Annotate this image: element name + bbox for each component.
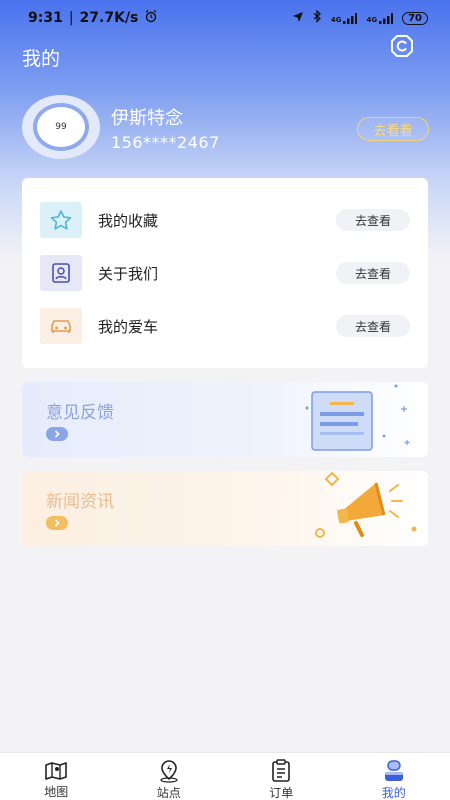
battery-indicator: 70 [402,11,428,25]
user-name: 伊斯特念 [111,108,183,129]
avatar-gauge: 99 [33,103,89,151]
signal-icon-1: 4G [331,12,358,24]
news-banner-title: 新闻资讯 [46,492,114,512]
page-title: 我的 [22,48,61,70]
arrow-right-icon [46,427,68,441]
avatar[interactable]: 99 [22,95,100,159]
bluetooth-icon [313,9,322,26]
menu-item-label: 我的收藏 [98,211,159,230]
nav-item-station[interactable]: 站点 [113,753,226,800]
nav-label: 站点 [156,786,181,800]
nav-item-map[interactable]: 地图 [0,753,113,800]
alarm-icon [144,9,158,27]
user-phone: 156****2467 [111,133,220,152]
menu-item-favorites[interactable]: 我的收藏 去查看 [22,200,428,240]
megaphone-illustration-icon [298,471,418,546]
station-pin-icon [156,759,182,783]
car-icon [40,308,82,344]
settings-gear-icon [388,33,416,63]
bottom-nav: 地图 站点 订单 我的 [0,752,450,800]
profile-view-button[interactable]: 去看看 [357,117,429,141]
feedback-banner-title: 意见反馈 [46,403,114,423]
menu-item-label: 关于我们 [98,264,159,283]
location-icon [292,11,304,26]
menu-card: 我的收藏 去查看 关于我们 去查看 我的爱车 去查看 [22,178,428,368]
arrow-right-icon [46,516,68,530]
signal-icon-2: 4G [366,12,394,24]
status-time: 9:31 [28,10,63,26]
menu-item-about-us[interactable]: 关于我们 去查看 [22,253,428,293]
nav-label: 我的 [381,786,406,800]
star-icon [40,202,82,238]
avatar-value: 99 [55,122,67,132]
document-illustration-icon [298,382,418,457]
nav-label: 地图 [44,785,69,799]
menu-item-view-button[interactable]: 去查看 [336,315,410,337]
order-clipboard-icon [268,759,294,783]
nav-item-profile[interactable]: 我的 [338,753,450,800]
user-card-icon [40,255,82,291]
nav-item-orders[interactable]: 订单 [225,753,338,800]
menu-item-view-button[interactable]: 去查看 [336,209,410,231]
feedback-banner[interactable]: 意见反馈 [22,382,428,457]
nav-label: 订单 [269,786,294,800]
status-bar: 9:31 | 27.7K/s 4G 4G 70 [0,0,450,36]
profile-icon [381,759,407,783]
menu-item-my-car[interactable]: 我的爱车 去查看 [22,306,428,346]
map-icon [43,759,69,782]
menu-item-label: 我的爱车 [98,317,159,336]
settings-button[interactable] [386,34,418,62]
menu-item-view-button[interactable]: 去查看 [336,262,410,284]
news-banner[interactable]: 新闻资讯 [22,471,428,546]
status-speed: 27.7K/s [79,10,139,26]
